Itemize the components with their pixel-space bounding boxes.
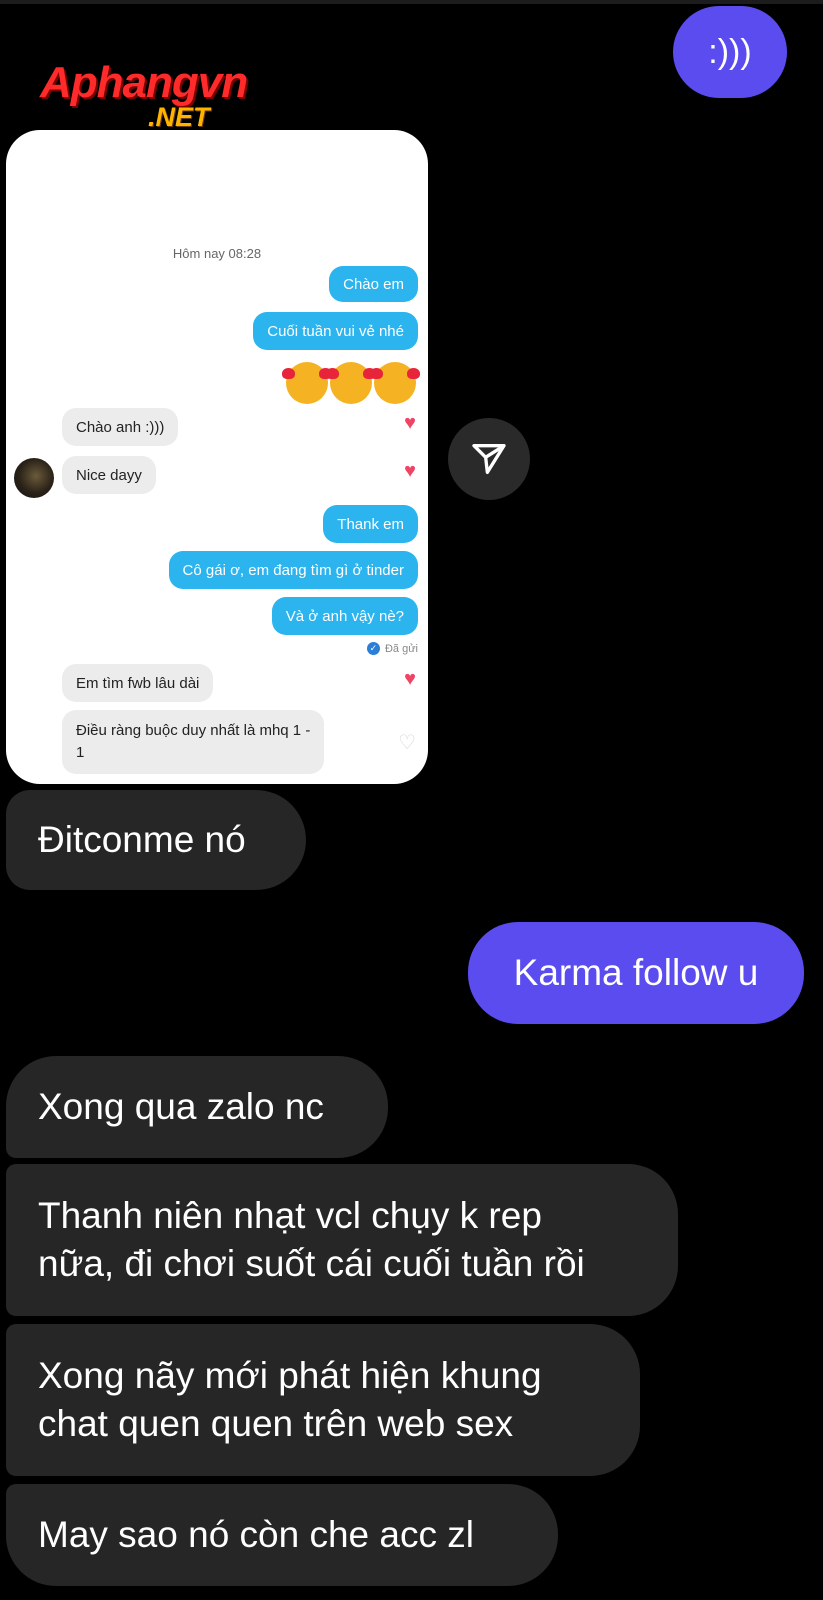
inner-sent-message: Và ở anh vậy nè? <box>271 597 418 635</box>
emoji-group <box>282 362 420 404</box>
share-button[interactable] <box>448 418 530 500</box>
watermark-logo: Aphangvn .NET <box>40 58 300 138</box>
received-message-bubble[interactable]: Xong qua zalo nc <box>6 1056 388 1158</box>
inner-sent-message: Cô gái ơ, em đang tìm gì ở tinder <box>168 551 418 589</box>
received-message-bubble[interactable]: May sao nó còn che acc zl <box>6 1484 558 1586</box>
message-text: nữa, đi chơi suốt cái cuối tuần rồi <box>38 1243 585 1284</box>
inner-received-message: Em tìm fwb lâu dài <box>62 664 214 702</box>
received-message-bubble[interactable]: Xong nãy mới phát hiện khung chat quen q… <box>6 1324 640 1476</box>
inner-received-message: Chào anh :))) <box>62 408 179 446</box>
inner-sent-message: Cuối tuần vui vẻ nhé <box>253 312 418 350</box>
message-text: Thanh niên nhạt vcl chụy k rep <box>38 1195 542 1236</box>
inner-received-message: Nice dayy <box>62 456 156 494</box>
message-text: Karma follow u <box>513 952 759 993</box>
sent-message-bubble[interactable]: :))) <box>673 6 787 98</box>
smiling-face-with-hearts-icon <box>370 362 420 404</box>
inner-sent-message: Thank em <box>323 505 418 543</box>
smiling-face-with-hearts-icon <box>326 362 376 404</box>
inner-sent-message: Chào em <box>329 266 418 302</box>
smiling-face-with-hearts-icon <box>282 362 332 404</box>
message-text: :))) <box>708 32 752 71</box>
received-message-bubble[interactable]: Thanh niên nhạt vcl chụy k rep nữa, đi c… <box>6 1164 678 1316</box>
send-icon <box>472 444 506 474</box>
message-text: Đitconme nó <box>38 819 246 860</box>
inner-received-message: Điều ràng buộc duy nhất là mhq 1 - 1 <box>62 710 325 774</box>
message-text: Xong nãy mới phát hiện khung <box>38 1355 542 1396</box>
watermark-text: Aphangvn <box>40 58 248 107</box>
top-divider <box>0 0 823 4</box>
received-message-bubble[interactable]: Đitconme nó <box>6 790 306 890</box>
message-text: chat quen quen trên web sex <box>38 1403 514 1444</box>
sent-status: ✓ Đã gửi <box>366 642 418 655</box>
heart-icon: ♥ <box>404 668 416 690</box>
message-text: Xong qua zalo nc <box>38 1086 324 1127</box>
heart-icon: ♥ <box>404 412 416 434</box>
heart-outline-icon: ♡ <box>398 732 416 754</box>
heart-icon: ♥ <box>404 460 416 482</box>
shared-screenshot-image[interactable]: Hôm nay 08:28 Chào em Cuối tuần vui vẻ n… <box>6 130 428 784</box>
watermark-domain: .NET <box>148 102 210 132</box>
check-icon: ✓ <box>366 642 380 655</box>
contact-avatar <box>14 458 54 498</box>
sent-message-bubble[interactable]: Karma follow u <box>468 922 804 1024</box>
message-text: May sao nó còn che acc zl <box>38 1514 474 1555</box>
chat-timestamp: Hôm nay 08:28 <box>172 246 262 261</box>
